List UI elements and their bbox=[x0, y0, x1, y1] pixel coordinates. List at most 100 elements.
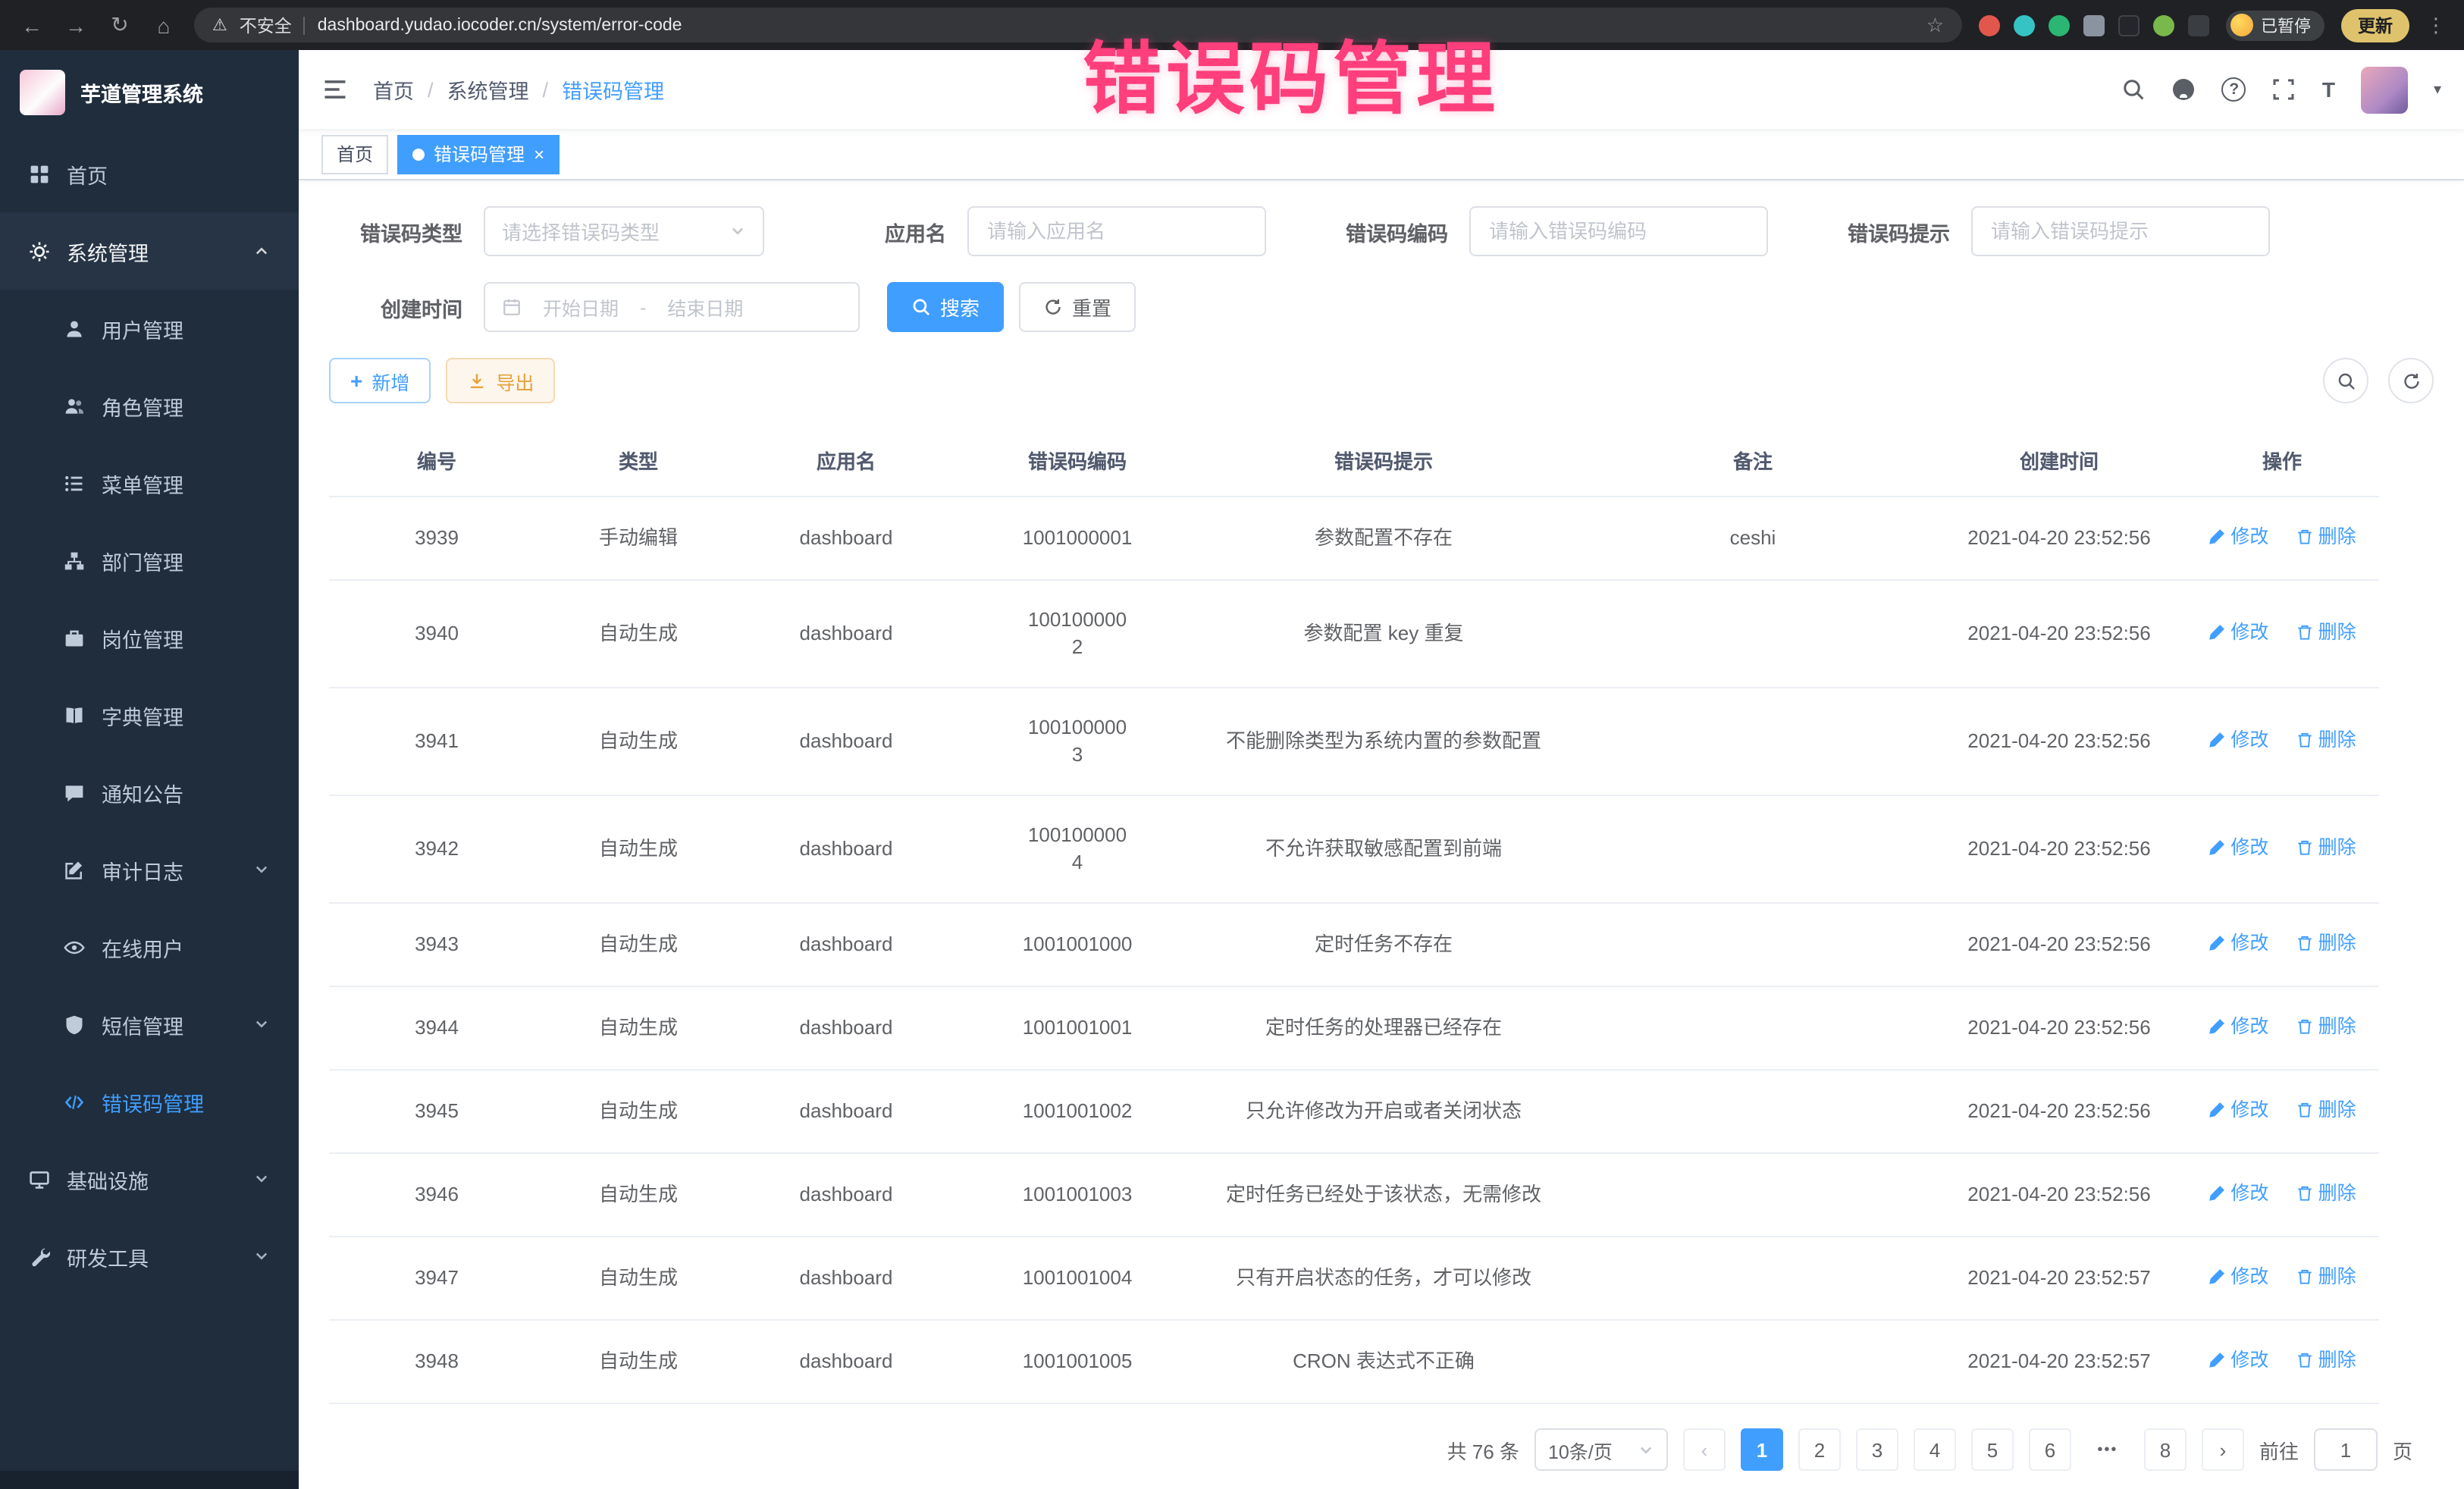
edit-link[interactable]: 修改 bbox=[2208, 1346, 2268, 1374]
search-button[interactable]: 搜索 bbox=[887, 282, 1004, 332]
reset-button[interactable]: 重置 bbox=[1019, 282, 1136, 332]
font-size-icon[interactable]: T bbox=[2322, 77, 2335, 102]
edit-link[interactable]: 修改 bbox=[2208, 1096, 2268, 1124]
extension-icon[interactable] bbox=[2153, 14, 2174, 36]
extensions-puzzle-icon[interactable] bbox=[2188, 14, 2209, 36]
page-button-4[interactable]: 4 bbox=[1914, 1428, 1956, 1471]
close-icon[interactable]: × bbox=[534, 145, 544, 163]
sidebar-item-system-management[interactable]: 系统管理 bbox=[0, 212, 299, 290]
browser-update-button[interactable]: 更新 bbox=[2341, 8, 2409, 42]
breadcrumb-system[interactable]: 系统管理 bbox=[447, 74, 529, 105]
edit-link[interactable]: 修改 bbox=[2208, 1013, 2268, 1040]
browser-menu-icon[interactable]: ⋮ bbox=[2426, 13, 2446, 37]
sidebar-item-dev-tools[interactable]: 研发工具 bbox=[0, 1218, 299, 1295]
edit-link[interactable]: 修改 bbox=[2208, 523, 2268, 550]
app-name-input[interactable] bbox=[967, 206, 1266, 256]
export-button-label: 导出 bbox=[496, 366, 534, 395]
page-button-8[interactable]: 8 bbox=[2144, 1428, 2187, 1471]
search-icon[interactable] bbox=[2122, 77, 2146, 102]
cell-type: 自动生成 bbox=[544, 1153, 732, 1237]
sidebar-item-audit-log[interactable]: 审计日志 bbox=[0, 831, 299, 908]
delete-link[interactable]: 删除 bbox=[2296, 1180, 2356, 1207]
pencil-icon bbox=[2208, 1101, 2226, 1119]
refresh-table-button[interactable] bbox=[2388, 358, 2434, 403]
delete-link[interactable]: 删除 bbox=[2296, 619, 2356, 646]
tab-home[interactable]: 首页 bbox=[321, 134, 388, 174]
breadcrumb-home[interactable]: 首页 bbox=[373, 74, 414, 105]
goto-page-input[interactable] bbox=[2314, 1428, 2378, 1471]
sidebar-item-online-users[interactable]: 在线用户 bbox=[0, 908, 299, 986]
add-button[interactable]: + 新增 bbox=[329, 358, 431, 403]
sidebar-item-role-management[interactable]: 角色管理 bbox=[0, 367, 299, 444]
delete-link[interactable]: 删除 bbox=[2296, 1346, 2356, 1374]
extension-icon[interactable] bbox=[2118, 14, 2140, 36]
pencil-icon bbox=[2208, 1017, 2226, 1036]
reload-icon[interactable]: ↻ bbox=[106, 12, 133, 38]
next-page-button[interactable]: › bbox=[2202, 1428, 2244, 1471]
sidebar-item-user-management[interactable]: 用户管理 bbox=[0, 290, 299, 367]
more-pages-button[interactable]: ••• bbox=[2086, 1428, 2129, 1471]
extension-icon[interactable] bbox=[1979, 14, 2000, 36]
help-icon[interactable]: ? bbox=[2222, 77, 2246, 102]
sidebar-item-home[interactable]: 首页 bbox=[0, 135, 299, 212]
extension-icon[interactable] bbox=[2014, 14, 2035, 36]
navbar-actions: ? T ▾ bbox=[2122, 66, 2441, 113]
sidebar-item-notice[interactable]: 通知公告 bbox=[0, 754, 299, 831]
sidebar-item-sms-management[interactable]: 短信管理 bbox=[0, 986, 299, 1063]
page-size-select[interactable]: 10条/页 bbox=[1535, 1428, 1668, 1471]
error-hint-input[interactable] bbox=[1971, 206, 2270, 256]
page-button-1[interactable]: 1 bbox=[1741, 1428, 1783, 1471]
wrench-icon bbox=[29, 1246, 50, 1267]
page-button-5[interactable]: 5 bbox=[1971, 1428, 2014, 1471]
prev-page-button[interactable]: ‹ bbox=[1683, 1428, 1726, 1471]
caret-down-icon[interactable]: ▾ bbox=[2434, 81, 2441, 98]
extension-icon[interactable] bbox=[2049, 14, 2070, 36]
sidebar-item-dict-management[interactable]: 字典管理 bbox=[0, 676, 299, 754]
edit-link[interactable]: 修改 bbox=[2208, 929, 2268, 957]
delete-link[interactable]: 删除 bbox=[2296, 1013, 2356, 1040]
back-icon[interactable]: ← bbox=[18, 13, 45, 37]
cell-remark bbox=[1572, 903, 1933, 986]
page-button-6[interactable]: 6 bbox=[2029, 1428, 2071, 1471]
edit-link[interactable]: 修改 bbox=[2208, 1263, 2268, 1290]
delete-link[interactable]: 删除 bbox=[2296, 834, 2356, 861]
export-button[interactable]: 导出 bbox=[446, 358, 555, 403]
sidebar-item-post-management[interactable]: 岗位管理 bbox=[0, 599, 299, 676]
delete-link[interactable]: 删除 bbox=[2296, 1096, 2356, 1124]
sidebar-item-error-code-management[interactable]: 错误码管理 bbox=[0, 1063, 299, 1140]
delete-link[interactable]: 删除 bbox=[2296, 726, 2356, 754]
error-type-select[interactable]: 请选择错误码类型 bbox=[484, 206, 764, 256]
edit-link[interactable]: 修改 bbox=[2208, 619, 2268, 646]
address-bar[interactable]: ⚠ 不安全 dashboard.yudao.iocoder.cn/system/… bbox=[194, 8, 1962, 42]
delete-link[interactable]: 删除 bbox=[2296, 929, 2356, 957]
hamburger-icon[interactable] bbox=[321, 76, 349, 103]
cell-time: 2021-04-20 23:52:56 bbox=[1933, 1153, 2185, 1237]
page-button-3[interactable]: 3 bbox=[1856, 1428, 1898, 1471]
error-code-input[interactable] bbox=[1469, 206, 1768, 256]
page-button-2[interactable]: 2 bbox=[1798, 1428, 1841, 1471]
edit-link[interactable]: 修改 bbox=[2208, 1180, 2268, 1207]
sidebar-item-menu-management[interactable]: 菜单管理 bbox=[0, 444, 299, 522]
extension-icon[interactable] bbox=[2083, 14, 2105, 36]
sidebar-item-infrastructure[interactable]: 基础设施 bbox=[0, 1140, 299, 1218]
user-avatar[interactable] bbox=[2361, 66, 2408, 113]
tab-error-code-management[interactable]: 错误码管理 × bbox=[397, 134, 560, 174]
fullscreen-icon[interactable] bbox=[2272, 77, 2296, 102]
github-icon[interactable] bbox=[2172, 77, 2196, 102]
app-logo[interactable]: 芋道管理系统 bbox=[0, 50, 299, 135]
cell-app: dashboard bbox=[732, 1070, 960, 1153]
sidebar-item-dept-management[interactable]: 部门管理 bbox=[0, 522, 299, 599]
edit-link[interactable]: 修改 bbox=[2208, 834, 2268, 861]
bookmark-star-icon[interactable]: ☆ bbox=[1926, 13, 1944, 37]
sidebar-collapse-bar[interactable] bbox=[0, 1471, 299, 1489]
forward-icon[interactable]: → bbox=[62, 13, 89, 37]
delete-link[interactable]: 删除 bbox=[2296, 523, 2356, 550]
delete-link[interactable]: 删除 bbox=[2296, 1263, 2356, 1290]
create-time-range-picker[interactable]: 开始日期 - 结束日期 bbox=[484, 282, 860, 332]
toggle-search-button[interactable] bbox=[2323, 358, 2368, 403]
home-icon[interactable]: ⌂ bbox=[150, 13, 177, 37]
start-date-placeholder: 开始日期 bbox=[543, 293, 619, 321]
profile-avatar bbox=[2230, 14, 2253, 36]
edit-link[interactable]: 修改 bbox=[2208, 726, 2268, 754]
browser-profile-chip[interactable]: 已暂停 bbox=[2226, 10, 2324, 40]
